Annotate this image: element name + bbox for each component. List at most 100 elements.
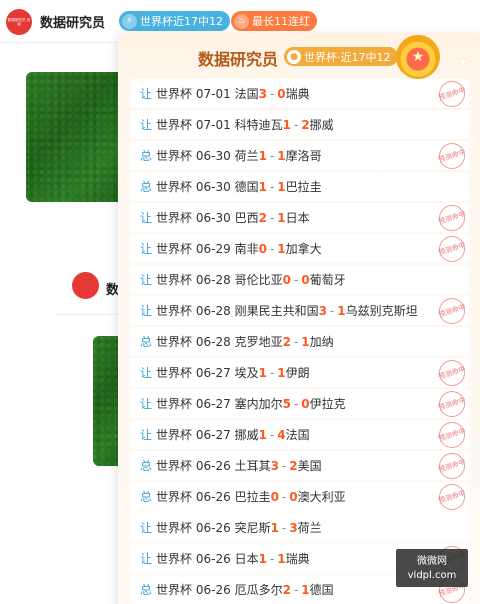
match-date: 06-27	[195, 365, 231, 380]
match-date: 06-28	[195, 303, 231, 318]
league-name: 世界杯	[156, 490, 193, 504]
hit-stamp-icon: 预测命中	[435, 234, 469, 263]
home-score: 0	[270, 489, 279, 504]
away-score: 2	[301, 117, 310, 132]
home-score: 1	[270, 520, 279, 535]
match-date: 06-26	[195, 458, 231, 473]
prediction-row[interactable]: 让世界杯 07-01 法国 3-0 瑞典 预测命中	[130, 79, 469, 108]
bet-type-label: 总	[140, 335, 153, 349]
match-date: 06-30	[195, 210, 231, 225]
author-name[interactable]: 数据研究员	[40, 12, 105, 31]
league-name: 世界杯	[156, 428, 193, 442]
bet-type-label: 让	[140, 552, 153, 566]
avatar-text: 数据研究员 世界	[7, 17, 31, 27]
home-team: 荷兰	[234, 149, 259, 163]
away-team: 伊拉克	[309, 397, 346, 411]
prediction-row[interactable]: 让世界杯 07-01 科特迪瓦 1-2 挪威	[130, 110, 469, 139]
league-name: 世界杯	[156, 552, 193, 566]
score-separator: -	[269, 551, 275, 566]
prediction-row[interactable]: 让世界杯 06-28 刚果民主共和国 3-1 乌兹别克斯坦 预测命中	[130, 296, 469, 325]
coin-icon: ●	[287, 49, 301, 64]
home-score: 2	[282, 582, 291, 597]
match-date: 06-26	[195, 489, 231, 504]
away-score: 1	[277, 551, 286, 566]
match-date: 06-30	[195, 179, 231, 194]
streak-badge[interactable]: ⚡ 世界杯近17中12	[119, 11, 230, 31]
hit-stamp-icon: 预测命中	[435, 358, 469, 387]
league-name: 世界杯	[156, 397, 193, 411]
match-date: 06-27	[195, 396, 231, 411]
second-author-avatar[interactable]	[72, 272, 99, 299]
score-separator: -	[293, 272, 299, 287]
prediction-row[interactable]: 让世界杯 06-26 突尼斯 1-3 荷兰	[130, 513, 469, 542]
home-team: 挪威	[234, 428, 259, 442]
prediction-row[interactable]: 总世界杯 06-30 荷兰 1-1 摩洛哥 预测命中	[130, 141, 469, 170]
score-separator: -	[269, 365, 275, 380]
prediction-row[interactable]: 总世界杯 06-30 德国 1-1 巴拉圭	[130, 172, 469, 201]
away-team: 巴拉圭	[285, 180, 322, 194]
page: 数据研究员 世界 数据研究员 ⚡ 世界杯近17中12 ♨ 最长11连红 数 ✦ …	[0, 0, 480, 604]
away-score: 0	[289, 489, 298, 504]
score-separator: -	[281, 458, 287, 473]
away-score: 2	[289, 458, 298, 473]
prediction-row[interactable]: 总世界杯 06-28 克罗地亚 2-1 加纳	[130, 327, 469, 356]
home-team: 德国	[234, 180, 259, 194]
prediction-row[interactable]: 让世界杯 06-27 埃及 1-1 伊朗 预测命中	[130, 358, 469, 387]
hit-stamp-icon: 预测命中	[435, 389, 469, 418]
site-watermark: 微微网 vldpl.com	[396, 549, 468, 587]
away-score: 3	[289, 520, 298, 535]
bet-type-label: 总	[140, 180, 153, 194]
score-separator: -	[293, 117, 299, 132]
bet-type-label: 让	[140, 397, 153, 411]
home-score: 3	[318, 303, 327, 318]
home-team: 土耳其	[234, 459, 271, 473]
away-team: 摩洛哥	[285, 149, 322, 163]
prediction-row[interactable]: 总世界杯 06-26 巴拉圭 0-0 澳大利亚 预测命中	[130, 482, 469, 511]
match-date: 07-01	[195, 117, 231, 132]
prediction-row[interactable]: 让世界杯 06-27 塞内加尔 5-0 伊拉克 预测命中	[130, 389, 469, 418]
home-team: 巴西	[234, 211, 259, 225]
home-team: 厄瓜多尔	[234, 583, 283, 597]
longest-streak-badge[interactable]: ♨ 最长11连红	[231, 11, 317, 31]
away-team: 德国	[309, 583, 334, 597]
prediction-row[interactable]: 让世界杯 06-27 挪威 1-4 法国 预测命中	[130, 420, 469, 449]
prediction-row[interactable]: 让世界杯 06-28 哥伦比亚 0-0 葡萄牙	[130, 265, 469, 294]
hit-stamp-icon: 预测命中	[435, 79, 469, 108]
home-team: 巴拉圭	[234, 490, 271, 504]
home-team: 日本	[234, 552, 259, 566]
match-date: 06-26	[195, 551, 231, 566]
away-score: 1	[277, 365, 286, 380]
match-date: 06-28	[195, 334, 231, 349]
author-avatar[interactable]: 数据研究员 世界	[6, 9, 32, 35]
score-separator: -	[293, 334, 299, 349]
bet-type-label: 让	[140, 304, 153, 318]
home-score: 2	[282, 334, 291, 349]
home-team: 科特迪瓦	[234, 118, 283, 132]
home-score: 1	[258, 551, 267, 566]
prediction-row[interactable]: 让世界杯 06-30 巴西 2-1 日本 预测命中	[130, 203, 469, 232]
bet-type-label: 总	[140, 490, 153, 504]
popup-record-tag: ● 世界杯·近17中12	[284, 47, 398, 66]
bet-type-label: 让	[140, 211, 153, 225]
hit-stamp-icon: 预测命中	[435, 451, 469, 480]
home-score: 0	[282, 272, 291, 287]
score-separator: -	[293, 396, 299, 411]
score-separator: -	[269, 210, 275, 225]
league-name: 世界杯	[156, 87, 193, 101]
away-score: 1	[301, 582, 310, 597]
bet-type-label: 让	[140, 87, 153, 101]
away-team: 法国	[285, 428, 310, 442]
lightning-icon: ⚡	[122, 13, 137, 29]
prediction-row[interactable]: 总世界杯 06-26 土耳其 3-2 美国 预测命中	[130, 451, 469, 480]
league-name: 世界杯	[156, 335, 193, 349]
bet-type-label: 让	[140, 521, 153, 535]
home-score: 1	[282, 117, 291, 132]
home-score: 3	[270, 458, 279, 473]
match-date: 06-28	[195, 272, 231, 287]
prediction-row[interactable]: 让世界杯 06-29 南非 0-1 加拿大 预测命中	[130, 234, 469, 263]
popup-record-tag-label: 世界杯·近17中12	[304, 50, 391, 64]
bet-type-label: 总	[140, 583, 153, 597]
hit-stamp-icon: 预测命中	[435, 482, 469, 511]
league-name: 世界杯	[156, 211, 193, 225]
bet-type-label: 让	[140, 118, 153, 132]
